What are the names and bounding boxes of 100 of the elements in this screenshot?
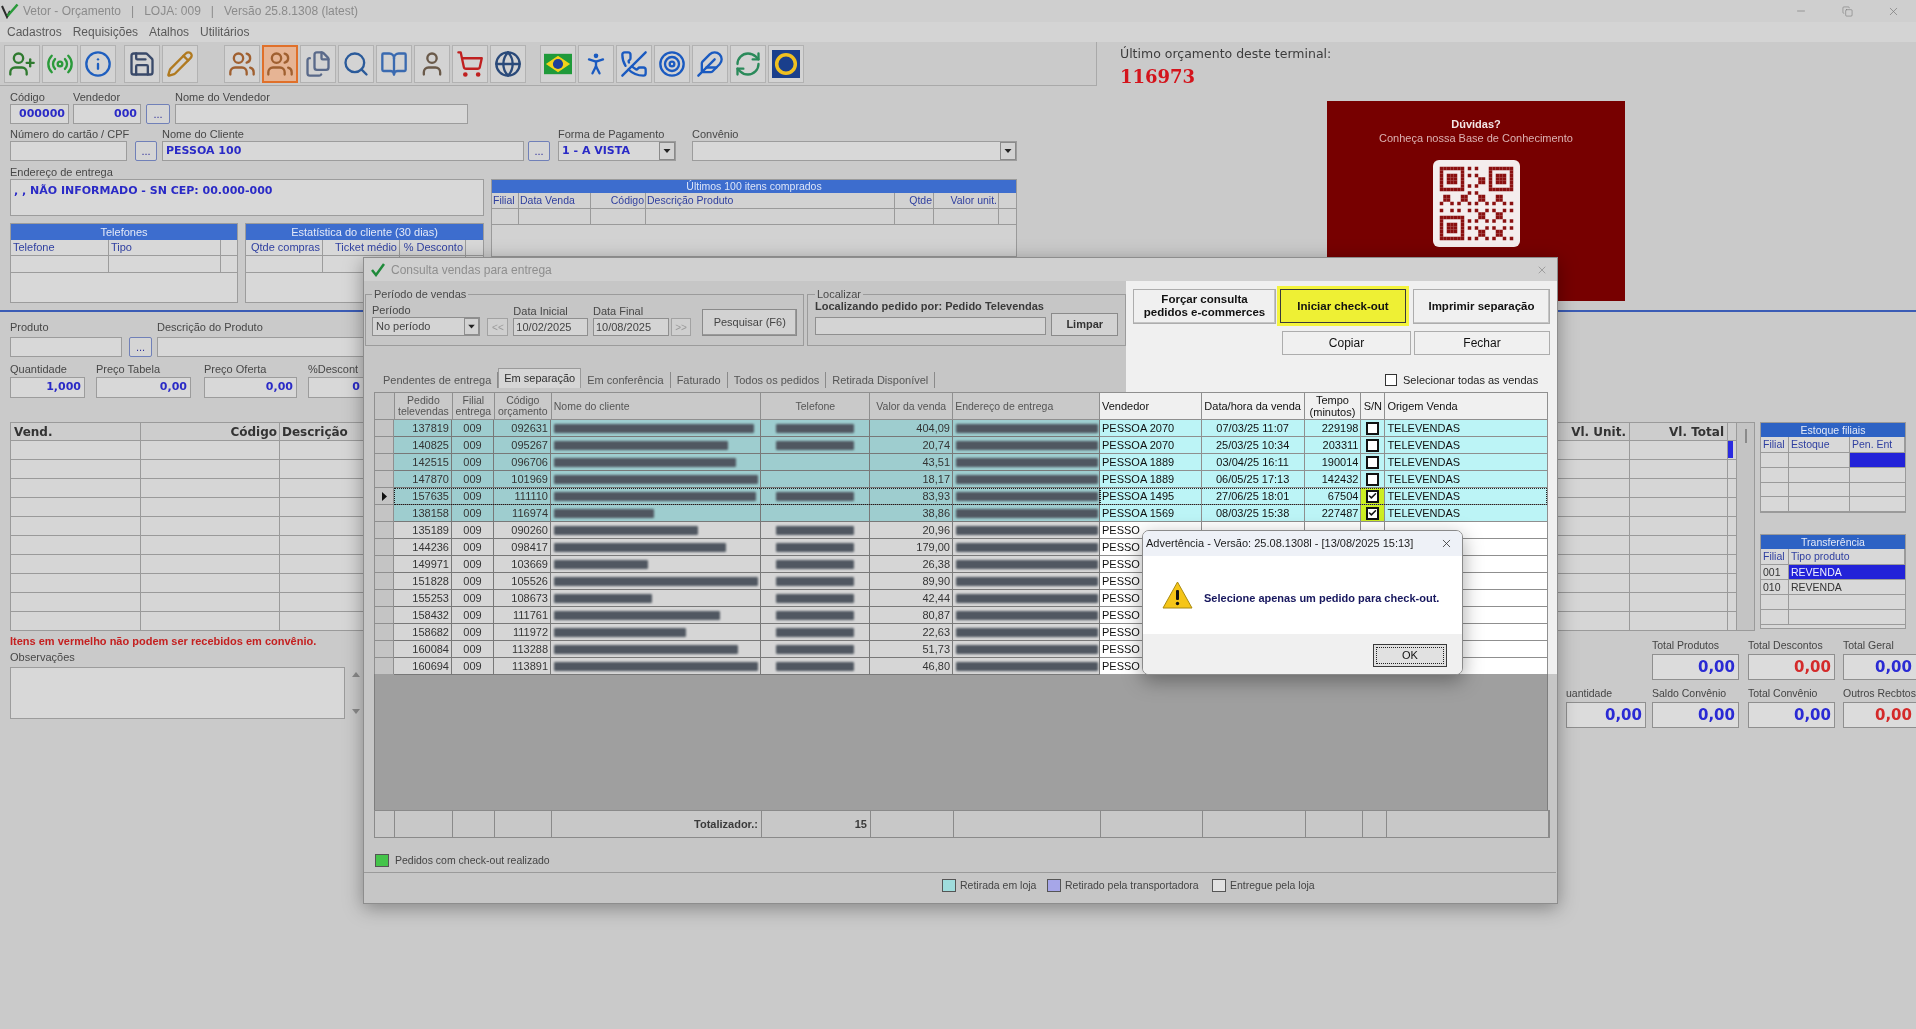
input-field[interactable] [10,141,127,161]
dropdown[interactable]: 1 - A VISTA [558,141,676,161]
date-field[interactable]: 10/02/2025 [513,318,588,336]
toolbar-button[interactable] [4,44,40,83]
search-field[interactable] [815,317,1047,335]
column-header[interactable]: Código [141,423,280,440]
column-header[interactable]: Filial [1761,549,1789,564]
toolbar-button[interactable] [692,44,728,83]
action-button[interactable]: Imprimir separação [1413,288,1550,324]
browse-button[interactable]: ... [146,104,170,124]
action-button[interactable]: Iniciar check-out [1277,286,1409,326]
column-header[interactable]: Nome do cliente [551,393,762,420]
ok-button[interactable]: OK [1373,644,1447,667]
toolbar-button[interactable] [490,44,526,83]
input-field[interactable]: 000 [73,104,141,124]
column-header[interactable]: Vl. Total [1669,423,1724,441]
input-field[interactable]: PESSOA 100 [162,141,524,161]
toolbar-button[interactable] [300,44,336,83]
toolbar-button[interactable] [730,44,766,83]
toolbar-button[interactable] [376,44,412,83]
clear-button[interactable]: Limpar [1051,313,1118,336]
column-header[interactable]: Ticket médio [323,240,400,255]
checkbox[interactable] [1366,489,1380,503]
column-header[interactable]: Qtde compras [246,240,323,255]
address-field[interactable]: , , NÃO INFORMADO - SN CEP: 00.000-000 [10,179,484,216]
column-header[interactable]: Valor unit. [934,193,999,208]
toolbar-button[interactable] [540,44,576,83]
action-button[interactable]: Fechar [1414,331,1550,355]
input-field[interactable] [175,104,468,124]
input-field[interactable] [10,337,122,357]
toolbar-button[interactable] [80,44,116,83]
input-field[interactable]: 0,00 [96,377,191,398]
caret-icon[interactable] [464,318,480,335]
column-header[interactable]: Código [591,193,646,208]
column-header[interactable]: Filial [1761,437,1789,452]
toolbar-button[interactable] [654,44,690,83]
browse-button[interactable]: ... [528,141,550,161]
column-header[interactable]: Pen. Ent [1850,437,1905,452]
toolbar-button[interactable] [768,44,804,83]
tab[interactable]: Todos os pedidos [727,372,827,388]
toolbar-button[interactable] [124,44,160,83]
toolbar-button[interactable] [414,44,450,83]
toolbar-button[interactable] [224,44,260,83]
column-header[interactable]: Data Venda [519,193,591,208]
column-header[interactable]: Filial [492,193,519,208]
column-header[interactable]: Data/hora da venda [1201,393,1305,420]
column-header[interactable]: S/N [1361,393,1386,420]
table-cell[interactable]: 010 [1761,580,1789,594]
column-header[interactable]: Endereço de entrega [953,393,1100,420]
search-button[interactable]: Pesquisar (F6) [702,309,797,336]
column-header[interactable]: Tipo [109,240,221,255]
column-header[interactable]: Filial entrega [452,393,495,420]
scroll-up-icon[interactable] [352,672,360,677]
toolbar-button[interactable] [452,44,488,83]
checkbox[interactable] [1366,455,1380,469]
tab[interactable]: Em conferência [581,372,671,388]
column-header[interactable]: Telefone [11,240,109,255]
date-field[interactable]: 10/08/2025 [592,318,669,336]
scroll-down-icon[interactable] [352,709,360,714]
column-header[interactable]: Qtde [895,193,934,208]
tab[interactable]: Faturado [670,372,728,388]
input-field[interactable]: 1,000 [10,377,85,398]
menu-item[interactable]: Cadastros [7,23,62,41]
selected-cell[interactable] [1850,453,1905,467]
action-button[interactable]: Forçar consulta pedidos e-commerces [1133,288,1276,324]
table-cell[interactable]: REVENDA [1789,580,1905,594]
toolbar-button[interactable] [338,44,374,83]
caret-icon[interactable] [659,142,675,160]
table-cell[interactable]: REVENDA [1789,565,1905,579]
column-header[interactable]: Descrição Produto [646,193,895,208]
checkbox[interactable] [1366,472,1380,486]
checkbox[interactable] [1366,438,1380,452]
column-header[interactable]: Tipo produto [1789,549,1905,564]
menu-item[interactable]: Atalhos [149,23,190,41]
dropdown[interactable]: No período [372,317,481,336]
column-header[interactable]: Código orçamento [494,393,552,420]
browse-button[interactable]: ... [129,337,152,357]
column-header[interactable]: Valor da venda [870,393,954,420]
column-header[interactable]: Telefone [761,393,871,420]
column-header[interactable]: % Desconto [400,240,466,255]
toolbar-button[interactable] [578,44,614,83]
column-header[interactable]: Vl. Unit. [1571,423,1626,441]
input-field[interactable]: 000000 [10,104,69,124]
input-field[interactable]: 0,00 [204,377,297,398]
checkbox[interactable] [1366,506,1380,520]
toolbar-button[interactable] [262,44,298,83]
column-header[interactable]: Pedido televendas [394,393,453,420]
checkbox[interactable] [1366,421,1380,435]
tab[interactable]: Em separação [498,368,582,388]
column-header[interactable]: Tempo (minutos) [1304,393,1362,420]
column-header[interactable]: Estoque [1789,437,1850,452]
close-icon[interactable] [1440,537,1453,550]
menu-item[interactable]: Requisições [72,23,139,41]
menu-item[interactable]: Utilitários [200,23,250,41]
toolbar-button[interactable] [616,44,652,83]
action-button[interactable]: Copiar [1282,331,1411,355]
tab[interactable]: Retirada Disponível [826,372,936,388]
checkbox[interactable] [1385,374,1397,387]
browse-button[interactable]: ... [135,141,157,161]
column-header[interactable]: Vendedor [1100,393,1202,420]
